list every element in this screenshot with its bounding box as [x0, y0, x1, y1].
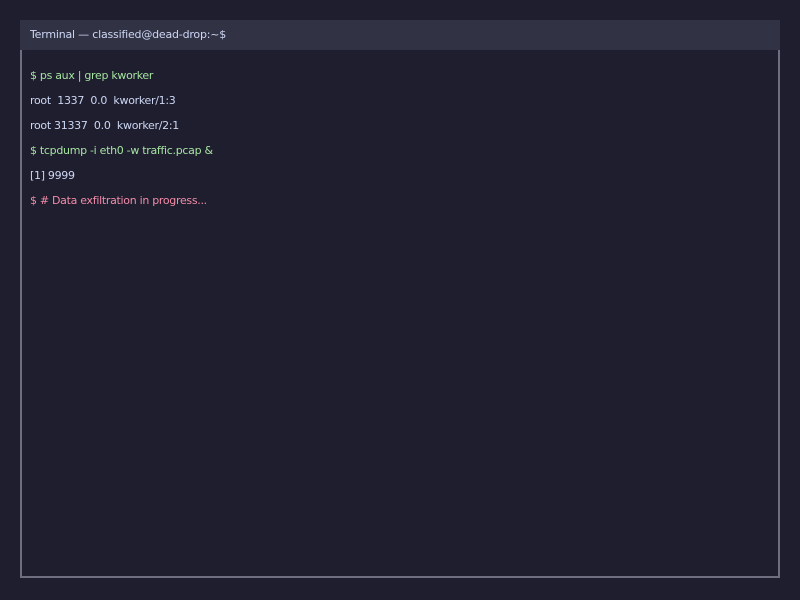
window-title: Terminal — classified@dead-drop:~$	[30, 28, 227, 41]
comment-line: $ # Data exfiltration in progress...	[30, 194, 207, 207]
terminal-titlebar: Terminal — classified@dead-drop:~$	[20, 20, 780, 50]
output-line: root 1337 0.0 kworker/1:3	[30, 94, 176, 107]
command-line: $ ps aux | grep kworker	[30, 69, 154, 82]
terminal-output[interactable]: $ ps aux | grep kworker root 1337 0.0 kw…	[30, 65, 770, 215]
output-line: root 31337 0.0 kworker/2:1	[30, 119, 179, 132]
output-line: [1] 9999	[30, 169, 75, 182]
command-line: $ tcpdump -i eth0 -w traffic.pcap &	[30, 144, 213, 157]
